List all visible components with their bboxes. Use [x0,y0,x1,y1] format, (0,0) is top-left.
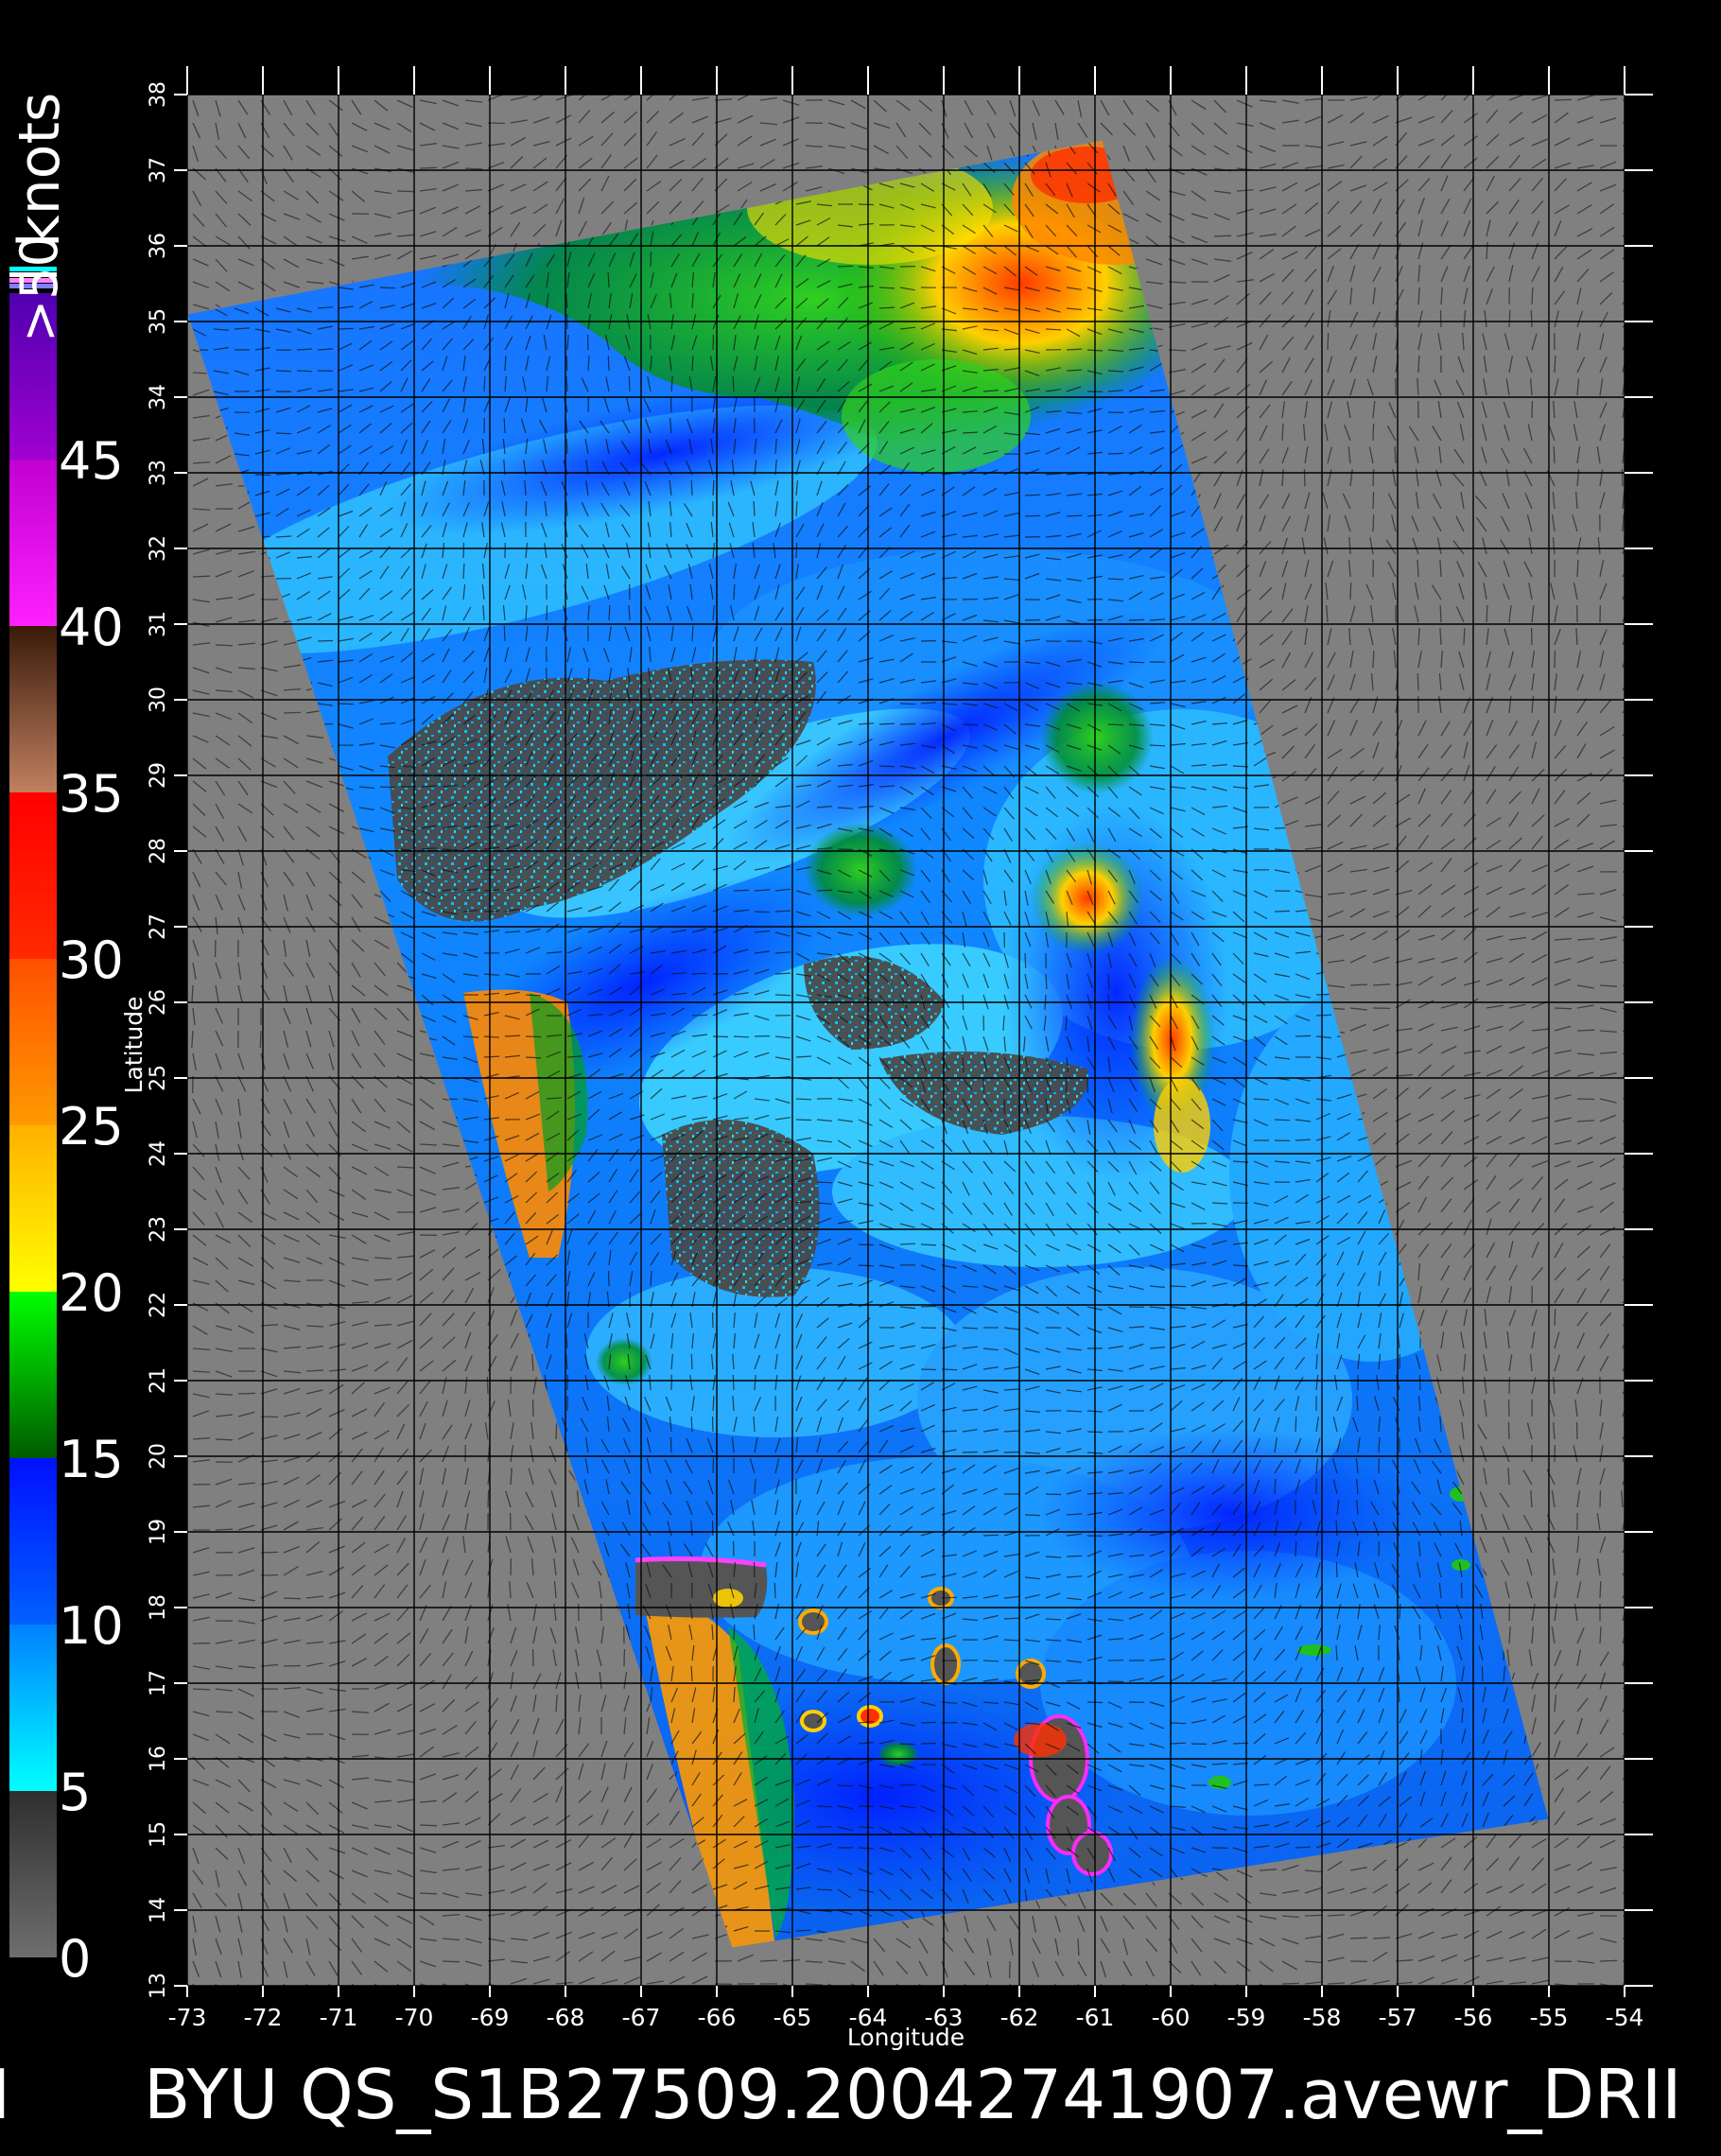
colorbar-band [9,1125,57,1292]
longitude-tick-label: -55 [1530,2004,1569,2031]
longitude-tick-label: -67 [622,2004,661,2031]
longitude-tick-label: -70 [395,2004,434,2031]
colorbar-band [9,1791,57,1957]
colorbar-band [9,460,57,626]
longitude-tick-label: -65 [774,2004,812,2031]
latitude-tick-label: 30 [147,687,170,713]
longitude-tick-label: -72 [244,2004,283,2031]
latitude-tick-label: 21 [147,1367,170,1394]
latitude-tick-label: 38 [147,81,170,108]
colorbar-label: 45 [59,431,124,491]
longitude-tick-label: -59 [1227,2004,1266,2031]
longitude-tick-label: -57 [1379,2004,1417,2031]
colorbar-label: 20 [59,1263,124,1323]
latitude-tick-label: 31 [147,611,170,637]
longitude-tick-label: -73 [168,2004,207,2031]
latitude-tick-label: 19 [147,1519,170,1545]
colorbar-label: 25 [59,1097,124,1156]
latitude-tick-label: 23 [147,1216,170,1243]
colorbar-overflow-label: >50 [9,235,69,342]
product-caption: BYU QS_S1B27509.20042741907.avewr_DRII [144,2055,1681,2134]
latitude-tick-label: 28 [147,838,170,864]
longitude-tick-label: -62 [1000,2004,1039,2031]
latitude-tick-label: 16 [147,1746,170,1772]
latitude-tick-label: 34 [147,384,170,410]
longitude-tick-label: -68 [547,2004,585,2031]
latitude-tick-label: 26 [147,989,170,1016]
y-axis-label: Latitude [120,997,148,1094]
latitude-tick-label: 29 [147,762,170,789]
longitude-tick-label: -54 [1606,2004,1644,2031]
latitude-tick-label: 27 [147,913,170,940]
colorbar-band [9,959,57,1125]
latitude-tick-label: 17 [147,1670,170,1696]
longitude-tick-label: -61 [1076,2004,1115,2031]
wind-map-figure: -73 -72 -71 -70 -69 -68 -67 -66 -65 -64 -63 -62 -61-… [0,66,1681,2134]
longitude-tick-label: -69 [471,2004,510,2031]
longitude-tick-label: -66 [698,2004,737,2031]
colorbar-band [9,792,57,959]
colorbar-units: knots [7,93,73,248]
latitude-tick-label: 33 [147,460,170,486]
latitude-tick-label: 22 [147,1292,170,1318]
latitude-tick-label: 37 [147,157,170,183]
latitude-tick-label: 35 [147,308,170,335]
colorbar-band [9,1458,57,1625]
latitude-tick-label: 24 [147,1140,170,1167]
latitude-tick-label: 13 [147,1973,170,1999]
latitude-tick-label: 20 [147,1443,170,1469]
colorbar-label: 30 [59,930,124,990]
longitude-tick-label: -56 [1454,2004,1493,2031]
colorbar-label: 40 [59,598,124,657]
caption-left-fragment: I [0,2055,10,2134]
colorbar-label: 0 [59,1929,91,1989]
latitude-tick-label: 36 [147,233,170,259]
latitude-tick-label: 15 [147,1821,170,1848]
colorbar-label: 35 [59,764,124,824]
longitude-tick-label: -71 [320,2004,358,2031]
x-axis-label: Longitude [847,2024,965,2051]
colorbar-band [9,1292,57,1458]
colorbar-label: 15 [59,1430,124,1489]
colorbar-label: 5 [59,1763,91,1822]
longitude-tick-label: -60 [1152,2004,1191,2031]
colorbar-band [9,626,57,792]
latitude-tick-label: 18 [147,1594,170,1621]
latitude-tick-label: 32 [147,535,170,562]
colorbar-label: 10 [59,1596,124,1656]
latitude-tick-label: 14 [147,1897,170,1923]
colorbar-band [9,1625,57,1791]
latitude-tick-label: 25 [147,1065,170,1091]
longitude-tick-label: -58 [1303,2004,1342,2031]
colorbar: 0 5 10 15 20 25 30 35 40 45 [9,267,124,1989]
